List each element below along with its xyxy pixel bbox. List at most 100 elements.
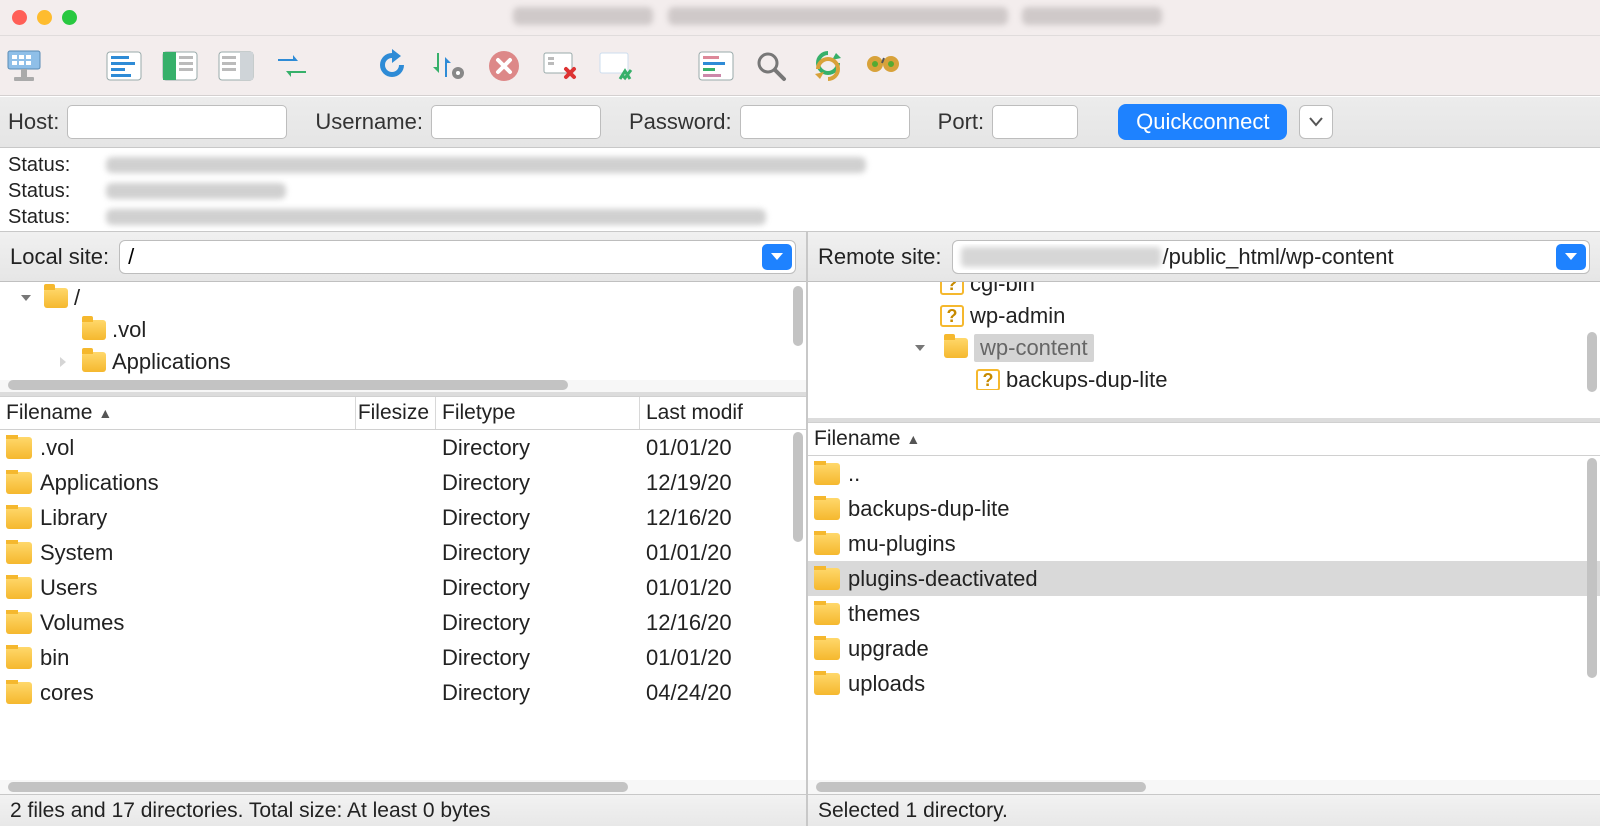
remote-status-bar: Selected 1 directory. [808, 794, 1600, 826]
table-row[interactable]: upgrade [808, 631, 1600, 666]
local-file-list[interactable]: Filename ▲ Filesize Filetype Last modif … [0, 396, 806, 794]
table-row[interactable]: LibraryDirectory12/16/20 [0, 500, 806, 535]
local-path-dropdown-icon[interactable] [762, 244, 792, 270]
table-row[interactable]: .volDirectory01/01/20 [0, 430, 806, 465]
local-col-filesize[interactable]: Filesize [356, 397, 436, 429]
tree-node-label: wp-admin [970, 303, 1065, 329]
folder-icon [82, 320, 106, 340]
disconnect-icon[interactable] [540, 46, 580, 86]
lastmodified-cell: 01/01/20 [642, 645, 806, 671]
filename-cell: themes [848, 601, 920, 627]
tree-node[interactable]: wp-content [808, 332, 1600, 364]
folder-icon [6, 577, 32, 599]
filename-cell: System [40, 540, 113, 566]
window-controls [12, 10, 77, 25]
folder-icon [6, 437, 32, 459]
remote-path-dropdown-icon[interactable] [1556, 244, 1586, 270]
local-col-filename[interactable]: Filename ▲ [0, 397, 356, 429]
unknown-folder-icon: ? [940, 305, 964, 327]
tree-node-label: .vol [112, 317, 146, 343]
unknown-folder-icon: ? [940, 282, 964, 295]
toggle-transfer-queue-icon[interactable] [272, 46, 312, 86]
remote-directory-tree[interactable]: ? cgi-bin? wp-admin wp-content?backups-dup-… [808, 282, 1600, 418]
table-row[interactable]: themes [808, 596, 1600, 631]
local-path-combo[interactable] [119, 240, 796, 274]
cancel-icon[interactable] [484, 46, 524, 86]
lastmodified-cell: 01/01/20 [642, 540, 806, 566]
folder-icon [814, 533, 840, 555]
filetype-cell: Directory [438, 680, 642, 706]
filetype-cell: Directory [438, 435, 642, 461]
folder-icon [6, 472, 32, 494]
lastmodified-cell: 01/01/20 [642, 435, 806, 461]
filetype-cell: Directory [438, 470, 642, 496]
password-input[interactable] [740, 105, 910, 139]
filename-cell: plugins-deactivated [848, 566, 1038, 592]
close-window-button[interactable] [12, 10, 27, 25]
disclosure-icon[interactable] [20, 293, 38, 303]
lastmodified-cell: 12/16/20 [642, 610, 806, 636]
refresh-icon[interactable] [372, 46, 412, 86]
table-row[interactable]: binDirectory01/01/20 [0, 640, 806, 675]
disclosure-icon[interactable] [914, 343, 932, 353]
table-row[interactable]: .. [808, 456, 1600, 491]
password-label: Password: [629, 109, 732, 135]
folder-icon [814, 638, 840, 660]
toggle-remote-tree-icon[interactable] [216, 46, 256, 86]
log-status-label: Status: [8, 154, 88, 177]
table-row[interactable]: mu-plugins [808, 526, 1600, 561]
zoom-window-button[interactable] [62, 10, 77, 25]
tree-node-label: cgi-bin [970, 282, 1035, 297]
process-queue-icon[interactable] [428, 46, 468, 86]
remote-pane: Remote site: /public_html/wp-content ?cg… [808, 232, 1600, 826]
remote-file-list[interactable]: Filename ▲ ..backups-dup-litemu-plugins p… [808, 422, 1600, 794]
tree-node-label: backups-dup-lite [1006, 367, 1167, 390]
tree-node[interactable]: ? wp-admin [808, 300, 1600, 332]
quickconnect-history-dropdown[interactable] [1299, 105, 1333, 139]
local-directory-tree[interactable]: / .vol Applications [0, 282, 806, 392]
table-row[interactable]: uploads [808, 666, 1600, 701]
tree-node[interactable]: Applications [0, 346, 806, 378]
local-pane: Local site: /.volApplications Filename ▲… [0, 232, 808, 826]
search-remote-icon[interactable] [864, 46, 904, 86]
lastmodified-cell: 04/24/20 [642, 680, 806, 706]
host-input[interactable] [67, 105, 287, 139]
table-row[interactable]: SystemDirectory01/01/20 [0, 535, 806, 570]
local-col-lastmodified[interactable]: Last modif [640, 397, 806, 429]
reconnect-icon[interactable] [596, 46, 636, 86]
minimize-window-button[interactable] [37, 10, 52, 25]
site-manager-icon[interactable] [4, 46, 44, 86]
table-row[interactable]: ApplicationsDirectory12/19/20 [0, 465, 806, 500]
filter-icon[interactable] [696, 46, 736, 86]
table-row[interactable]: UsersDirectory01/01/20 [0, 570, 806, 605]
tree-node[interactable]: ? cgi-bin [808, 282, 1600, 300]
local-col-filetype[interactable]: Filetype [436, 397, 640, 429]
tree-node-label: wp-content [974, 334, 1094, 362]
username-input[interactable] [431, 105, 601, 139]
directory-compare-icon[interactable] [752, 46, 792, 86]
filename-cell: Library [40, 505, 107, 531]
tree-node[interactable]: ?backups-dup-lite [808, 364, 1600, 390]
sync-browsing-icon[interactable] [808, 46, 848, 86]
message-log[interactable]: Status: Status: Status: [0, 148, 1600, 232]
filename-cell: Volumes [40, 610, 124, 636]
table-row[interactable]: coresDirectory04/24/20 [0, 675, 806, 710]
local-path-input[interactable] [120, 244, 762, 270]
remote-path-combo[interactable]: /public_html/wp-content [952, 240, 1591, 274]
tree-node[interactable]: / [0, 282, 806, 314]
port-input[interactable] [992, 105, 1078, 139]
toggle-log-icon[interactable] [104, 46, 144, 86]
remote-col-filename[interactable]: Filename ▲ [808, 423, 1600, 455]
table-row[interactable]: plugins-deactivated [808, 561, 1600, 596]
disclosure-icon[interactable] [58, 356, 76, 368]
table-row[interactable]: backups-dup-lite [808, 491, 1600, 526]
toggle-local-tree-icon[interactable] [160, 46, 200, 86]
sort-asc-icon: ▲ [906, 431, 920, 447]
filetype-cell: Directory [438, 645, 642, 671]
quickconnect-button[interactable]: Quickconnect [1118, 104, 1287, 140]
filezilla-window: Host: Username: Password: Port: Quickcon… [0, 0, 1600, 826]
table-row[interactable]: VolumesDirectory12/16/20 [0, 605, 806, 640]
folder-icon [814, 463, 840, 485]
filename-cell: Users [40, 575, 97, 601]
tree-node[interactable]: .vol [0, 314, 806, 346]
